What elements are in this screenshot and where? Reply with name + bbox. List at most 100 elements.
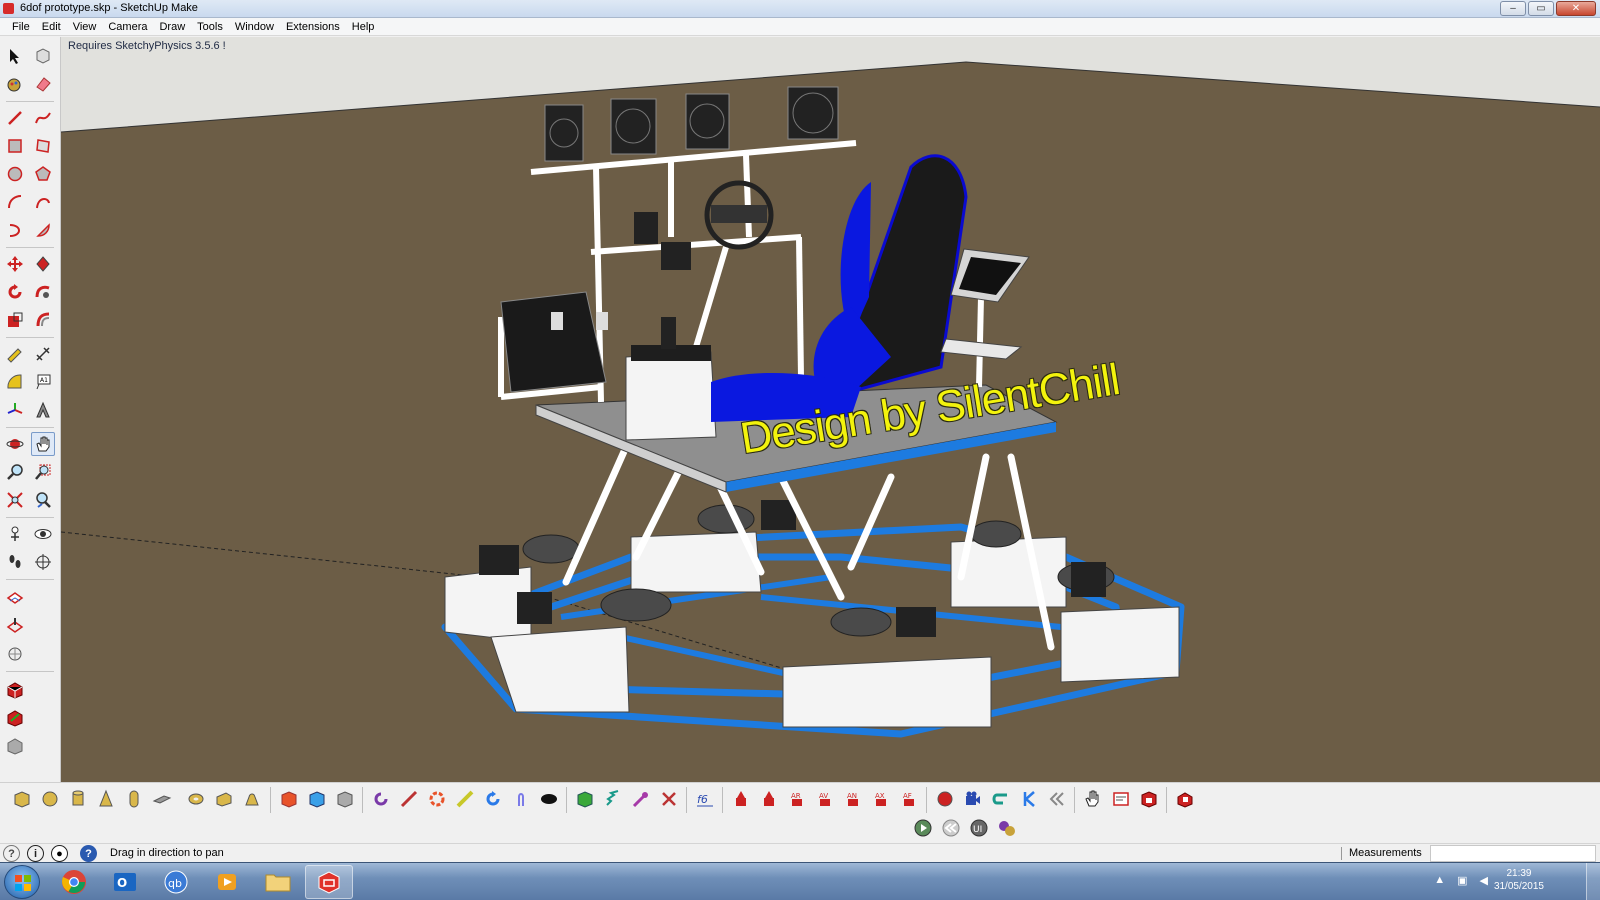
warehouse-icon[interactable] bbox=[3, 678, 27, 702]
text-tool-icon[interactable]: A1 bbox=[31, 370, 55, 394]
walk-icon[interactable] bbox=[3, 550, 27, 574]
taskbar-sketchup[interactable] bbox=[305, 865, 353, 899]
axes-icon[interactable] bbox=[3, 398, 27, 422]
taskbar-clock[interactable]: 21:39 31/05/2015 bbox=[1494, 867, 1544, 893]
taskbar-outlook[interactable]: O bbox=[101, 865, 149, 899]
three-point-arc-icon[interactable] bbox=[3, 218, 27, 242]
physics-joint-remove-icon[interactable] bbox=[757, 787, 781, 811]
rotate-icon[interactable] bbox=[3, 280, 27, 304]
solid-red-cube-icon[interactable] bbox=[277, 787, 301, 811]
paint-bucket-icon[interactable] bbox=[3, 72, 27, 96]
convex-hull-icon[interactable] bbox=[573, 787, 597, 811]
zoom-window-icon[interactable] bbox=[31, 460, 55, 484]
menu-view[interactable]: View bbox=[67, 18, 103, 36]
restore-button[interactable]: ▭ bbox=[1528, 1, 1554, 16]
pan-hand-icon[interactable] bbox=[31, 432, 55, 456]
share-model-icon[interactable] bbox=[3, 706, 27, 730]
physics-joint-ax-icon[interactable]: AX bbox=[869, 787, 893, 811]
undo-record-icon[interactable] bbox=[989, 787, 1013, 811]
line-tool-icon[interactable] bbox=[3, 106, 27, 130]
menu-window[interactable]: Window bbox=[229, 18, 280, 36]
cone-primitive-icon[interactable] bbox=[94, 787, 118, 811]
gyro-joint-icon[interactable] bbox=[509, 787, 533, 811]
drawing-viewport[interactable]: Requires SketchyPhysics 3.5.6 ! Design b… bbox=[61, 37, 1600, 782]
ball-joint-icon[interactable] bbox=[629, 787, 653, 811]
taskbar-qbittorrent[interactable]: qb bbox=[152, 865, 200, 899]
menu-file[interactable]: File bbox=[6, 18, 36, 36]
geo-location-icon[interactable]: ? bbox=[3, 845, 20, 862]
fix-connections-icon[interactable]: f6 bbox=[693, 787, 717, 811]
rotated-rectangle-icon[interactable] bbox=[31, 134, 55, 158]
ui-toggle-icon[interactable]: UI bbox=[967, 816, 991, 840]
zoom-extents-icon[interactable] bbox=[3, 488, 27, 512]
3d-text-icon[interactable] bbox=[31, 398, 55, 422]
sketchup-app-icon[interactable] bbox=[3, 3, 14, 14]
wheel-primitive-icon[interactable] bbox=[240, 787, 264, 811]
minimize-button[interactable]: – bbox=[1500, 1, 1526, 16]
tray-show-hidden-icon[interactable]: ▲ bbox=[1434, 874, 1445, 887]
orbit-icon[interactable] bbox=[3, 432, 27, 456]
user-account-icon[interactable]: ● bbox=[51, 845, 68, 862]
freehand-icon[interactable] bbox=[31, 106, 55, 130]
scale-icon[interactable] bbox=[3, 308, 27, 332]
credits-icon[interactable]: i bbox=[27, 845, 44, 862]
sandbox-smoove-icon[interactable] bbox=[3, 614, 27, 638]
eraser-icon[interactable] bbox=[31, 72, 55, 96]
tape-measure-icon[interactable] bbox=[3, 342, 27, 366]
slider-joint-icon[interactable] bbox=[397, 787, 421, 811]
box-primitive-icon[interactable] bbox=[10, 787, 34, 811]
start-button[interactable] bbox=[4, 865, 40, 899]
solid-tools-icon[interactable] bbox=[1173, 787, 1197, 811]
rewind-to-start-icon[interactable] bbox=[1017, 787, 1041, 811]
close-button[interactable]: ✕ bbox=[1556, 1, 1596, 16]
servo-joint-icon[interactable] bbox=[425, 787, 449, 811]
look-around-icon[interactable] bbox=[31, 522, 55, 546]
make-component-icon[interactable] bbox=[31, 44, 55, 68]
show-desktop-button[interactable] bbox=[1586, 863, 1600, 900]
spring-joint-icon[interactable] bbox=[601, 787, 625, 811]
zoom-icon[interactable] bbox=[3, 460, 27, 484]
dimensions-icon[interactable] bbox=[31, 342, 55, 366]
push-pull-icon[interactable] bbox=[31, 252, 55, 276]
arc-icon[interactable] bbox=[3, 190, 27, 214]
sandbox-stamp-icon[interactable] bbox=[3, 642, 27, 666]
detach-joint-icon[interactable] bbox=[657, 787, 681, 811]
taskbar-file-explorer[interactable] bbox=[254, 865, 302, 899]
tray-volume-icon[interactable]: ◀ bbox=[1480, 874, 1488, 887]
solid-grey-cube-icon[interactable] bbox=[333, 787, 357, 811]
chamfer-box-icon[interactable] bbox=[212, 787, 236, 811]
select-tool-icon[interactable] bbox=[3, 44, 27, 68]
measurements-input[interactable] bbox=[1430, 845, 1596, 862]
extension-warehouse-icon[interactable] bbox=[3, 734, 27, 758]
menu-draw[interactable]: Draw bbox=[153, 18, 191, 36]
hinge-joint-icon[interactable] bbox=[369, 787, 393, 811]
plane-primitive-icon[interactable] bbox=[150, 787, 174, 811]
rewind-simulation-icon[interactable] bbox=[939, 816, 963, 840]
protractor-icon[interactable] bbox=[3, 370, 27, 394]
physics-joint-ar-icon[interactable]: AR bbox=[785, 787, 809, 811]
sandbox-from-contours-icon[interactable] bbox=[3, 586, 27, 610]
motor-joint-icon[interactable] bbox=[481, 787, 505, 811]
section-plane-icon[interactable] bbox=[31, 550, 55, 574]
physics-joint-an-icon[interactable]: AN bbox=[841, 787, 865, 811]
capsule-primitive-icon[interactable] bbox=[122, 787, 146, 811]
solid-blue-cube-icon[interactable] bbox=[305, 787, 329, 811]
physics-joint-av-icon[interactable]: AV bbox=[813, 787, 837, 811]
circle-icon[interactable] bbox=[3, 162, 27, 186]
previous-view-icon[interactable] bbox=[31, 488, 55, 512]
record-icon[interactable] bbox=[933, 787, 957, 811]
pie-icon[interactable] bbox=[31, 218, 55, 242]
menu-tools[interactable]: Tools bbox=[191, 18, 229, 36]
help-icon[interactable]: ? bbox=[80, 845, 97, 862]
offset-icon[interactable] bbox=[31, 308, 55, 332]
sphere-primitive-icon[interactable] bbox=[38, 787, 62, 811]
menu-camera[interactable]: Camera bbox=[102, 18, 153, 36]
menu-extensions[interactable]: Extensions bbox=[280, 18, 346, 36]
follow-me-icon[interactable] bbox=[31, 280, 55, 304]
move-icon[interactable] bbox=[3, 252, 27, 276]
inspector-icon[interactable] bbox=[1137, 787, 1161, 811]
play-simulation-icon[interactable] bbox=[911, 816, 935, 840]
physics-settings-icon[interactable] bbox=[995, 816, 1019, 840]
piston-joint-icon[interactable] bbox=[453, 787, 477, 811]
menu-help[interactable]: Help bbox=[346, 18, 381, 36]
